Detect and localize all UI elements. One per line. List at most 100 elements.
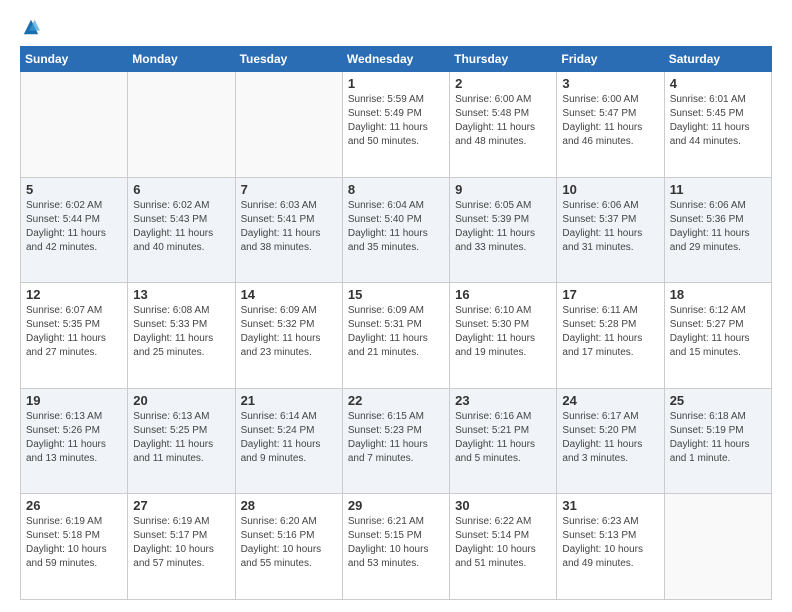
day-info: Sunrise: 6:22 AMSunset: 5:14 PMDaylight:…: [455, 515, 551, 571]
calendar-cell: 16 Sunrise: 6:10 AMSunset: 5:30 PMDayligh…: [450, 283, 557, 389]
day-info: Sunrise: 6:13 AMSunset: 5:25 PMDaylight:…: [133, 410, 229, 466]
col-header-tuesday: Tuesday: [235, 47, 342, 72]
calendar-cell: [21, 72, 128, 178]
day-number: 31: [562, 498, 658, 513]
calendar-cell: 5 Sunrise: 6:02 AMSunset: 5:44 PMDaylight…: [21, 177, 128, 283]
calendar-cell: 8 Sunrise: 6:04 AMSunset: 5:40 PMDaylight…: [342, 177, 449, 283]
day-info: Sunrise: 6:09 AMSunset: 5:32 PMDaylight:…: [241, 304, 337, 360]
day-info: Sunrise: 6:07 AMSunset: 5:35 PMDaylight:…: [26, 304, 122, 360]
calendar-cell: 24 Sunrise: 6:17 AMSunset: 5:20 PMDayligh…: [557, 388, 664, 494]
day-number: 24: [562, 393, 658, 408]
day-info: Sunrise: 6:05 AMSunset: 5:39 PMDaylight:…: [455, 199, 551, 255]
day-number: 16: [455, 287, 551, 302]
day-info: Sunrise: 6:00 AMSunset: 5:48 PMDaylight:…: [455, 93, 551, 149]
calendar-cell: 6 Sunrise: 6:02 AMSunset: 5:43 PMDaylight…: [128, 177, 235, 283]
calendar-cell: 11 Sunrise: 6:06 AMSunset: 5:36 PMDayligh…: [664, 177, 771, 283]
day-info: Sunrise: 6:03 AMSunset: 5:41 PMDaylight:…: [241, 199, 337, 255]
calendar-cell: [664, 494, 771, 600]
day-info: Sunrise: 6:23 AMSunset: 5:13 PMDaylight:…: [562, 515, 658, 571]
day-number: 10: [562, 182, 658, 197]
day-number: 5: [26, 182, 122, 197]
day-number: 28: [241, 498, 337, 513]
day-number: 22: [348, 393, 444, 408]
day-info: Sunrise: 6:02 AMSunset: 5:43 PMDaylight:…: [133, 199, 229, 255]
day-number: 3: [562, 76, 658, 91]
day-number: 25: [670, 393, 766, 408]
day-info: Sunrise: 6:13 AMSunset: 5:26 PMDaylight:…: [26, 410, 122, 466]
day-number: 18: [670, 287, 766, 302]
day-info: Sunrise: 5:59 AMSunset: 5:49 PMDaylight:…: [348, 93, 444, 149]
calendar-cell: 10Sunrise: 6:06 AMSunset: 5:37 PMDayligh…: [557, 177, 664, 283]
calendar-cell: 27 Sunrise: 6:19 AMSunset: 5:17 PMDayligh…: [128, 494, 235, 600]
day-number: 7: [241, 182, 337, 197]
day-info: Sunrise: 6:08 AMSunset: 5:33 PMDaylight:…: [133, 304, 229, 360]
day-number: 2: [455, 76, 551, 91]
day-info: Sunrise: 6:19 AMSunset: 5:18 PMDaylight:…: [26, 515, 122, 571]
day-info: Sunrise: 6:16 AMSunset: 5:21 PMDaylight:…: [455, 410, 551, 466]
calendar-row-3: 12Sunrise: 6:07 AMSunset: 5:35 PMDayligh…: [21, 283, 772, 389]
day-info: Sunrise: 6:01 AMSunset: 5:45 PMDaylight:…: [670, 93, 766, 149]
calendar-cell: 19 Sunrise: 6:13 AMSunset: 5:26 PMDayligh…: [21, 388, 128, 494]
calendar-cell: 18 Sunrise: 6:12 AMSunset: 5:27 PMDayligh…: [664, 283, 771, 389]
day-number: 26: [26, 498, 122, 513]
calendar-cell: 1Sunrise: 5:59 AMSunset: 5:49 PMDaylight…: [342, 72, 449, 178]
calendar-cell: 3 Sunrise: 6:00 AMSunset: 5:47 PMDaylight…: [557, 72, 664, 178]
day-info: Sunrise: 6:11 AMSunset: 5:28 PMDaylight:…: [562, 304, 658, 360]
day-info: Sunrise: 6:12 AMSunset: 5:27 PMDaylight:…: [670, 304, 766, 360]
calendar-cell: 30 Sunrise: 6:22 AMSunset: 5:14 PMDayligh…: [450, 494, 557, 600]
calendar-cell: 2 Sunrise: 6:00 AMSunset: 5:48 PMDaylight…: [450, 72, 557, 178]
day-info: Sunrise: 6:20 AMSunset: 5:16 PMDaylight:…: [241, 515, 337, 571]
day-number: 9: [455, 182, 551, 197]
day-number: 11: [670, 182, 766, 197]
logo-icon: [22, 18, 40, 36]
header: [20, 18, 772, 36]
page: SundayMondayTuesdayWednesdayThursdayFrid…: [0, 0, 792, 612]
day-number: 6: [133, 182, 229, 197]
day-number: 13: [133, 287, 229, 302]
day-info: Sunrise: 6:10 AMSunset: 5:30 PMDaylight:…: [455, 304, 551, 360]
calendar-cell: 23 Sunrise: 6:16 AMSunset: 5:21 PMDayligh…: [450, 388, 557, 494]
calendar-cell: [128, 72, 235, 178]
calendar-cell: 29Sunrise: 6:21 AMSunset: 5:15 PMDayligh…: [342, 494, 449, 600]
calendar-table: SundayMondayTuesdayWednesdayThursdayFrid…: [20, 46, 772, 600]
calendar-cell: 12Sunrise: 6:07 AMSunset: 5:35 PMDayligh…: [21, 283, 128, 389]
calendar-row-4: 19 Sunrise: 6:13 AMSunset: 5:26 PMDayligh…: [21, 388, 772, 494]
calendar-cell: 9 Sunrise: 6:05 AMSunset: 5:39 PMDaylight…: [450, 177, 557, 283]
day-info: Sunrise: 6:15 AMSunset: 5:23 PMDaylight:…: [348, 410, 444, 466]
day-info: Sunrise: 6:04 AMSunset: 5:40 PMDaylight:…: [348, 199, 444, 255]
day-info: Sunrise: 6:00 AMSunset: 5:47 PMDaylight:…: [562, 93, 658, 149]
day-number: 17: [562, 287, 658, 302]
calendar-cell: 14 Sunrise: 6:09 AMSunset: 5:32 PMDayligh…: [235, 283, 342, 389]
day-number: 23: [455, 393, 551, 408]
day-number: 8: [348, 182, 444, 197]
day-number: 14: [241, 287, 337, 302]
col-header-monday: Monday: [128, 47, 235, 72]
day-number: 15: [348, 287, 444, 302]
day-info: Sunrise: 6:06 AMSunset: 5:36 PMDaylight:…: [670, 199, 766, 255]
calendar-cell: 7 Sunrise: 6:03 AMSunset: 5:41 PMDaylight…: [235, 177, 342, 283]
calendar-row-1: 1Sunrise: 5:59 AMSunset: 5:49 PMDaylight…: [21, 72, 772, 178]
day-info: Sunrise: 6:02 AMSunset: 5:44 PMDaylight:…: [26, 199, 122, 255]
day-number: 19: [26, 393, 122, 408]
calendar-cell: 21 Sunrise: 6:14 AMSunset: 5:24 PMDayligh…: [235, 388, 342, 494]
calendar-cell: 20 Sunrise: 6:13 AMSunset: 5:25 PMDayligh…: [128, 388, 235, 494]
calendar-cell: 28 Sunrise: 6:20 AMSunset: 5:16 PMDayligh…: [235, 494, 342, 600]
calendar-row-2: 5 Sunrise: 6:02 AMSunset: 5:44 PMDaylight…: [21, 177, 772, 283]
day-info: Sunrise: 6:17 AMSunset: 5:20 PMDaylight:…: [562, 410, 658, 466]
day-number: 27: [133, 498, 229, 513]
day-number: 20: [133, 393, 229, 408]
col-header-saturday: Saturday: [664, 47, 771, 72]
day-number: 30: [455, 498, 551, 513]
col-header-friday: Friday: [557, 47, 664, 72]
day-info: Sunrise: 6:21 AMSunset: 5:15 PMDaylight:…: [348, 515, 444, 571]
col-header-sunday: Sunday: [21, 47, 128, 72]
calendar-header-row: SundayMondayTuesdayWednesdayThursdayFrid…: [21, 47, 772, 72]
day-info: Sunrise: 6:19 AMSunset: 5:17 PMDaylight:…: [133, 515, 229, 571]
calendar-cell: 13 Sunrise: 6:08 AMSunset: 5:33 PMDayligh…: [128, 283, 235, 389]
calendar-cell: 15 Sunrise: 6:09 AMSunset: 5:31 PMDayligh…: [342, 283, 449, 389]
day-number: 21: [241, 393, 337, 408]
day-info: Sunrise: 6:14 AMSunset: 5:24 PMDaylight:…: [241, 410, 337, 466]
calendar-cell: [235, 72, 342, 178]
col-header-thursday: Thursday: [450, 47, 557, 72]
day-info: Sunrise: 6:09 AMSunset: 5:31 PMDaylight:…: [348, 304, 444, 360]
